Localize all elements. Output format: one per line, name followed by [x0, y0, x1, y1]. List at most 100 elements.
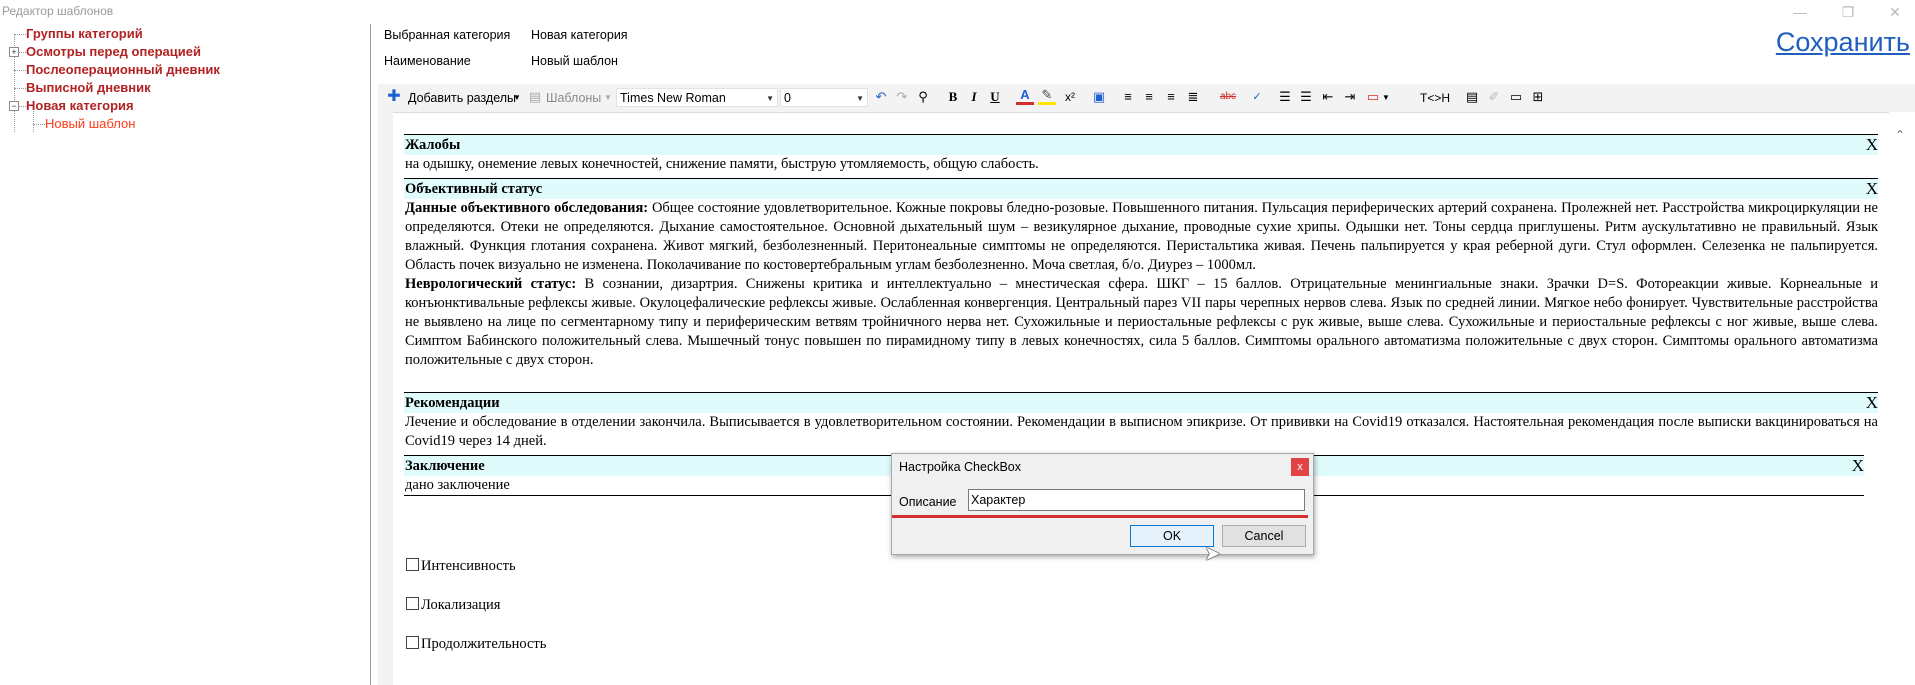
annotation-underline [892, 515, 1308, 518]
tree-item-category-groups[interactable]: Группы категорий [26, 26, 143, 41]
tree-connector [33, 111, 34, 132]
find-icon[interactable]: ⚲ [914, 88, 932, 106]
section-header: Рекомендации X [404, 392, 1878, 413]
section-title: Заключение [405, 458, 485, 474]
t-to-h-button[interactable]: T<>H [1420, 87, 1450, 109]
checkbox-label: Локализация [421, 597, 501, 613]
clipboard-icon[interactable]: ▤ [1463, 88, 1481, 106]
tree-item-new-category[interactable]: Новая категория [26, 98, 134, 113]
chevron-down-icon: ▼ [856, 94, 864, 103]
border-icon[interactable]: ▭ [1364, 88, 1382, 106]
vertical-scrollbar[interactable]: ⌃ [1889, 112, 1915, 685]
checkbox-box[interactable] [406, 636, 419, 649]
editor-toolbar: ✚ Добавить разделы ▼ ▤ Шаблоны ▼ Times N… [378, 84, 1915, 113]
tree-item-preop-exams[interactable]: Осмотры перед операцией [26, 44, 201, 59]
add-sections-dropdown-icon[interactable]: ▼ [513, 87, 521, 109]
category-tree: + − Группы категорий Осмотры перед опера… [0, 24, 371, 685]
checkbox-label: Продолжительность [421, 636, 547, 652]
align-right-icon[interactable]: ≡ [1162, 88, 1180, 106]
section-body[interactable]: Лечение и обследование в отделении закон… [404, 413, 1878, 451]
underline-icon[interactable]: U [986, 88, 1004, 106]
add-sections-button[interactable]: Добавить разделы [408, 87, 516, 109]
chevron-down-icon: ▼ [766, 94, 774, 103]
indent-icon[interactable]: ⇥ [1341, 88, 1359, 106]
tree-item-new-template[interactable]: Новый шаблон [45, 116, 135, 131]
remove-section-button[interactable]: X [1866, 393, 1878, 413]
neuro-status-text: В сознании, дизартрия. Снижены критика и… [405, 276, 1878, 368]
font-size-select[interactable]: 0 ▼ [780, 88, 868, 107]
exam-data-lead: Данные объективного обследования: [405, 200, 649, 216]
align-justify-icon[interactable]: ≣ [1184, 88, 1202, 106]
tree-connector [14, 88, 26, 89]
section-title: Жалобы [405, 137, 461, 153]
section-title: Объективный статус [405, 181, 543, 197]
section-body[interactable]: Данные объективного обследования: Общее … [404, 199, 1878, 275]
checkbox-box[interactable] [406, 558, 419, 571]
section-body[interactable]: на одышку, онемение левых конечностей, с… [404, 155, 1878, 174]
name-label: Наименование [384, 54, 471, 68]
checkbox-intensity[interactable]: Интенсивность [406, 558, 516, 575]
tree-item-discharge-diary[interactable]: Выписной дневник [26, 80, 151, 95]
checkbox-settings-dialog: Настройка CheckBox x Описание Характер O… [891, 453, 1314, 555]
selected-category-label: Выбранная категория [384, 28, 511, 42]
section-body[interactable]: Неврологический статус: В сознании, диза… [404, 275, 1878, 370]
ok-button[interactable]: OK [1130, 525, 1214, 547]
minimize-button[interactable]: — [1780, 1, 1820, 23]
highlight-icon[interactable]: ✎ [1038, 88, 1056, 105]
neuro-status-lead: Неврологический статус: [405, 276, 577, 292]
tree-connector [33, 124, 45, 125]
superscript-icon[interactable]: x² [1061, 88, 1079, 106]
outdent-icon[interactable]: ⇤ [1319, 88, 1337, 106]
border-dropdown-icon[interactable]: ▼ [1382, 87, 1390, 109]
italic-icon[interactable]: I [965, 88, 983, 106]
bold-icon[interactable]: B [944, 88, 962, 106]
expand-toggle[interactable]: + [9, 47, 19, 57]
description-input[interactable]: Характер [968, 489, 1305, 511]
save-link[interactable]: Сохранить [1776, 27, 1910, 58]
collapse-toggle[interactable]: − [9, 101, 19, 111]
remove-section-button[interactable]: X [1866, 179, 1878, 199]
table-icon[interactable]: ⊞ [1529, 88, 1547, 106]
numbered-list-icon[interactable]: ☰ [1276, 88, 1294, 106]
checkbox-box[interactable] [406, 597, 419, 610]
restore-button[interactable]: ❐ [1828, 1, 1868, 23]
window-title: Редактор шаблонов [2, 4, 114, 18]
add-icon: ✚ [387, 88, 401, 105]
insert-field-icon[interactable]: ▣ [1090, 88, 1108, 106]
spellcheck-icon[interactable]: ✓ [1248, 88, 1266, 106]
checkbox-localization[interactable]: Локализация [406, 597, 500, 614]
scroll-up-icon[interactable]: ⌃ [1895, 128, 1905, 142]
paint-icon[interactable]: ✐ [1485, 88, 1503, 106]
templates-button[interactable]: Шаблоны [546, 87, 601, 109]
section-objective-status: Объективный статус X Данные объективного… [404, 178, 1878, 370]
tree-item-postop-diary[interactable]: Послеоперационный дневник [26, 62, 220, 77]
remove-section-button[interactable]: X [1852, 456, 1864, 476]
section-complaints: Жалобы X на одышку, онемение левых конеч… [404, 134, 1878, 174]
title-bar: Редактор шаблонов — ❐ ✕ [0, 0, 1915, 24]
font-color-icon[interactable]: A [1016, 88, 1034, 105]
section-header: Жалобы X [404, 134, 1878, 155]
section-recommendations: Рекомендации X Лечение и обследование в … [404, 392, 1878, 451]
align-left-icon[interactable]: ≡ [1119, 88, 1137, 106]
templates-dropdown-icon[interactable]: ▼ [604, 87, 612, 109]
align-center-icon[interactable]: ≡ [1140, 88, 1158, 106]
strikethrough-icon[interactable]: abc [1211, 88, 1245, 106]
dialog-close-button[interactable]: x [1291, 458, 1309, 476]
selected-category-value: Новая категория [531, 28, 628, 42]
cancel-button[interactable]: Cancel [1222, 525, 1306, 547]
templates-icon: ▤ [528, 89, 542, 104]
description-label: Описание [899, 495, 957, 509]
redo-icon[interactable]: ↷ [893, 88, 911, 106]
undo-icon[interactable]: ↶ [872, 88, 890, 106]
bullet-list-icon[interactable]: ☰ [1297, 88, 1315, 106]
section-title: Рекомендации [405, 395, 500, 411]
tree-connector [14, 34, 26, 35]
close-window-button[interactable]: ✕ [1875, 1, 1915, 23]
remove-section-button[interactable]: X [1866, 135, 1878, 155]
checkbox-duration[interactable]: Продолжительность [406, 636, 546, 653]
font-name-value: Times New Roman [620, 91, 726, 105]
textbox-icon[interactable]: ▭ [1507, 88, 1525, 106]
dialog-title: Настройка CheckBox [899, 460, 1021, 474]
font-size-value: 0 [784, 91, 791, 105]
font-name-select[interactable]: Times New Roman ▼ [616, 88, 778, 107]
